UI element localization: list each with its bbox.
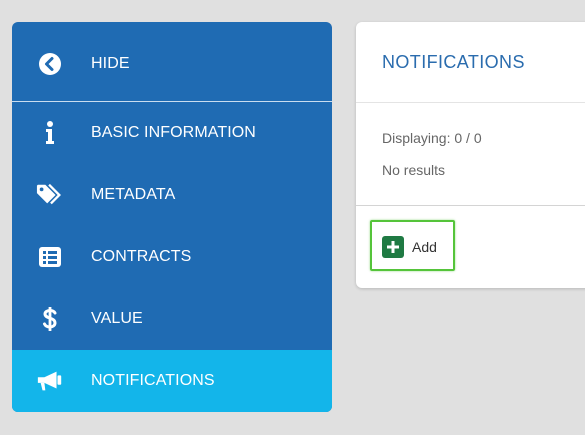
sidebar-item-label: METADATA — [91, 186, 176, 203]
sidebar-item-label: NOTIFICATIONS — [91, 372, 215, 389]
sidebar-item-basic-information[interactable]: BASIC INFORMATION — [12, 102, 332, 164]
list-icon — [36, 243, 64, 271]
sidebar-item-contracts[interactable]: CONTRACTS — [12, 226, 332, 288]
dollar-icon — [36, 305, 64, 333]
plus-icon — [382, 236, 404, 258]
divider — [356, 205, 585, 206]
chevron-left-circle-icon — [36, 50, 64, 78]
sidebar-item-metadata[interactable]: METADATA — [12, 164, 332, 226]
panel-title: NOTIFICATIONS — [382, 52, 525, 72]
add-button-label: Add — [412, 239, 437, 255]
add-notification-button[interactable]: Add — [370, 220, 455, 271]
notifications-panel: NOTIFICATIONS Displaying: 0 / 0 No resul… — [356, 22, 585, 288]
empty-state-text: No results — [382, 162, 446, 178]
sidebar-item-label: HIDE — [91, 55, 130, 72]
tags-icon — [36, 181, 64, 209]
sidebar-item-hide[interactable]: HIDE — [12, 33, 332, 95]
sidebar-item-label: VALUE — [91, 310, 143, 327]
sidebar-item-label: CONTRACTS — [91, 248, 192, 265]
displaying-count: Displaying: 0 / 0 — [382, 130, 482, 146]
sidebar: HIDE BASIC INFORMATION METADATA CONTRACT… — [12, 22, 332, 412]
sidebar-item-label: BASIC INFORMATION — [91, 124, 256, 141]
sidebar-item-value[interactable]: VALUE — [12, 288, 332, 350]
divider — [356, 102, 585, 103]
megaphone-icon — [36, 367, 64, 395]
sidebar-item-notifications[interactable]: NOTIFICATIONS — [12, 350, 332, 412]
info-icon — [36, 119, 64, 147]
